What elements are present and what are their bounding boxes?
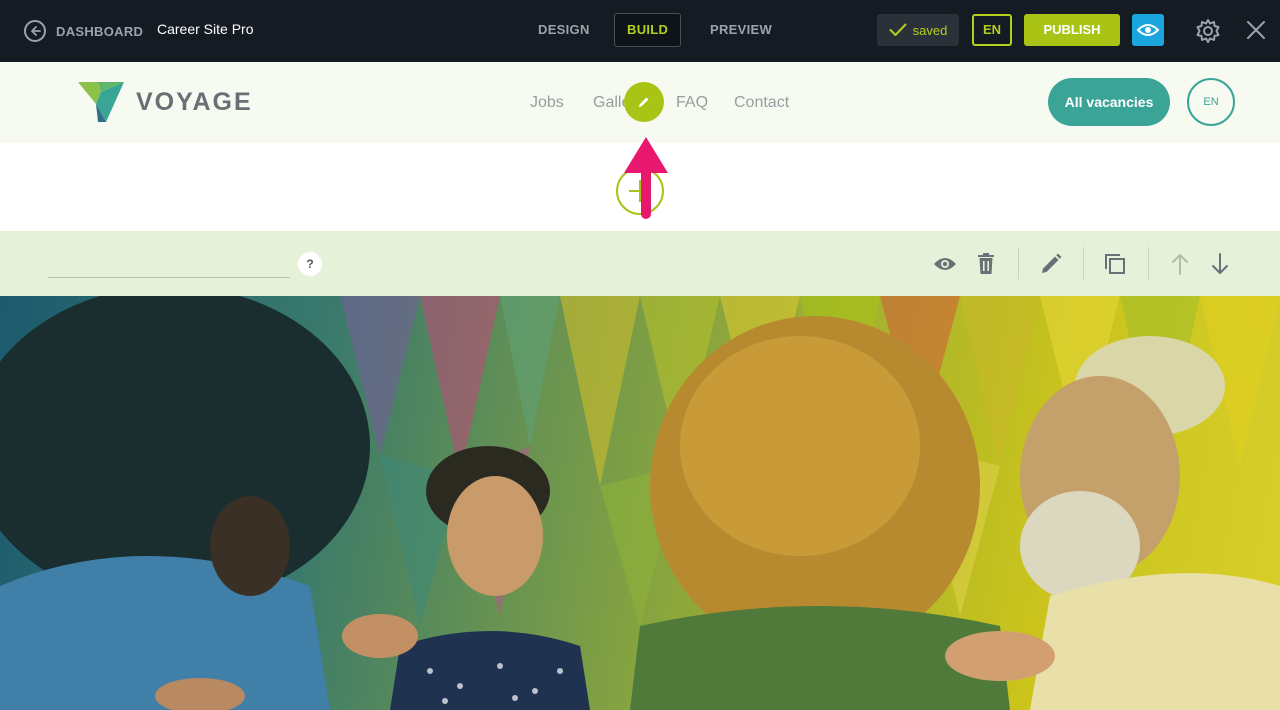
move-section-down-button[interactable] <box>1207 251 1233 277</box>
site-logo[interactable]: VOYAGE <box>78 82 253 122</box>
site-name: Career Site Pro <box>157 21 254 37</box>
trash-icon <box>978 253 994 274</box>
back-label: DASHBOARD <box>56 23 144 39</box>
tab-build[interactable]: BUILD <box>614 13 682 47</box>
pencil-icon <box>639 97 649 107</box>
gear-icon[interactable] <box>1194 17 1222 45</box>
add-section-button[interactable] <box>616 167 664 215</box>
toggle-visibility-button[interactable] <box>932 251 958 277</box>
check-icon <box>889 23 907 36</box>
nav-jobs[interactable]: Jobs <box>530 94 564 112</box>
help-button[interactable]: ? <box>298 252 322 276</box>
hero-illustration <box>0 296 1280 710</box>
tab-preview[interactable]: PREVIEW <box>697 13 785 47</box>
site-language-button[interactable]: EN <box>1187 78 1235 126</box>
all-vacancies-button[interactable]: All vacancies <box>1048 78 1170 126</box>
move-section-up-button[interactable] <box>1167 251 1193 277</box>
duplicate-section-button[interactable] <box>1102 251 1128 277</box>
hero-image <box>0 296 1280 710</box>
back-to-dashboard-button[interactable]: DASHBOARD <box>24 18 143 44</box>
duplicate-icon <box>1105 254 1125 274</box>
tab-design[interactable]: DESIGN <box>525 13 603 47</box>
toolbar-divider <box>1083 247 1084 279</box>
edit-section-button[interactable] <box>1038 251 1064 277</box>
toolbar-divider <box>1148 247 1149 279</box>
preview-eye-button[interactable] <box>1132 14 1164 46</box>
nav-contact[interactable]: Contact <box>734 94 789 112</box>
voyage-logo-icon <box>78 82 124 122</box>
section-name-input[interactable] <box>48 251 290 278</box>
eye-icon <box>934 258 956 270</box>
close-icon[interactable] <box>1244 18 1268 42</box>
saved-label: saved <box>912 22 948 38</box>
publish-button[interactable]: PUBLISH <box>1024 14 1120 46</box>
editor-topbar: DASHBOARD Career Site Pro DESIGN BUILD P… <box>0 0 1280 62</box>
toolbar-divider <box>1018 247 1019 279</box>
saved-status: saved <box>877 14 959 46</box>
editor-language-button[interactable]: EN <box>972 14 1012 46</box>
nav-faq[interactable]: FAQ <box>676 94 708 112</box>
edit-header-button[interactable] <box>624 82 664 122</box>
arrow-up-icon <box>1172 254 1188 275</box>
section-toolbar: ? <box>0 231 1280 296</box>
logo-text: VOYAGE <box>136 87 253 116</box>
arrow-down-icon <box>1212 253 1228 274</box>
site-header: VOYAGE Jobs Gallery FAQ Contact All vaca… <box>0 62 1280 143</box>
delete-section-button[interactable] <box>973 251 999 277</box>
arrow-left-icon <box>24 20 46 42</box>
eye-icon <box>1137 24 1159 36</box>
pencil-icon <box>1042 253 1062 273</box>
add-section-area <box>0 143 1280 231</box>
